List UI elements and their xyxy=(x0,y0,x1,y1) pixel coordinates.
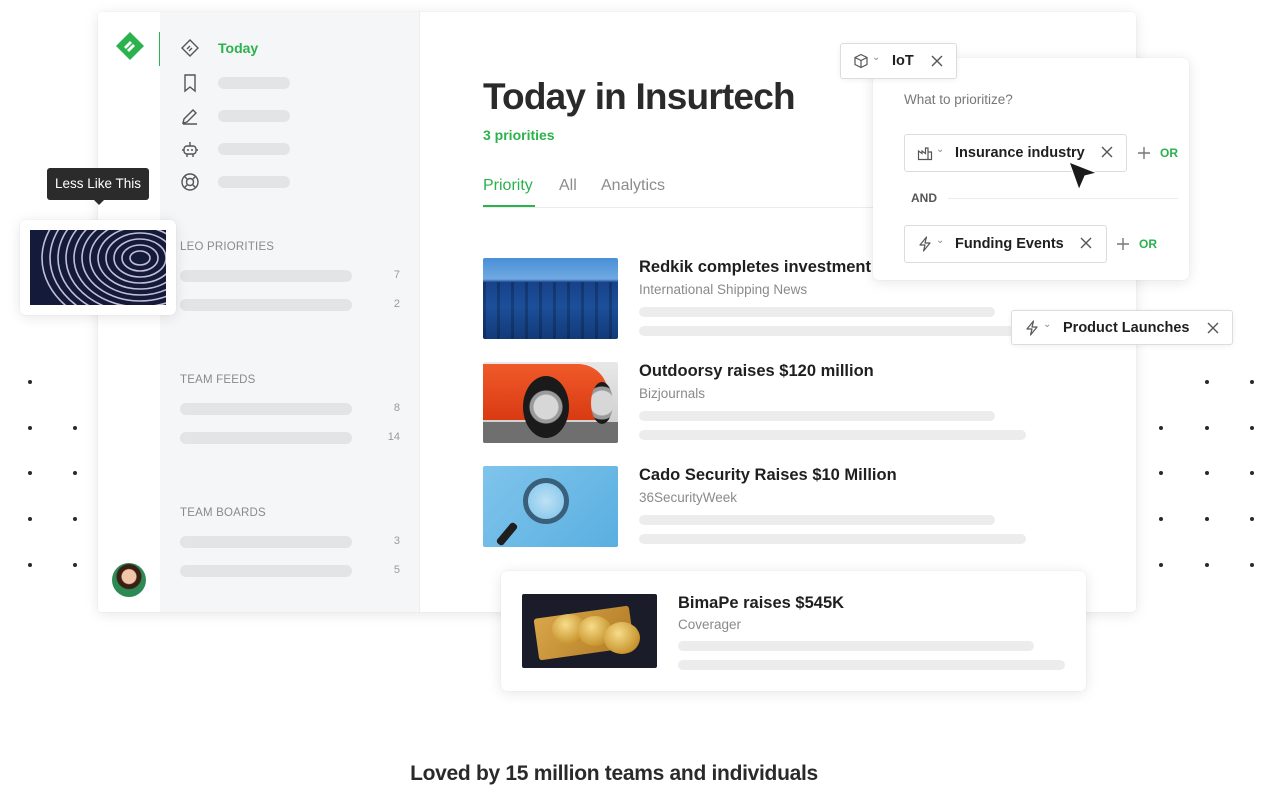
section-title-team-boards: TEAM BOARDS xyxy=(180,507,266,519)
fingerprint-image xyxy=(30,230,166,305)
sidebar-row[interactable] xyxy=(180,536,352,548)
cursor-icon xyxy=(1068,161,1098,191)
box-icon xyxy=(854,53,868,69)
feedly-logo-icon[interactable] xyxy=(114,30,146,62)
article-title[interactable]: Outdoorsy raises $120 million xyxy=(639,362,874,381)
less-like-this-tooltip: Less Like This xyxy=(47,168,149,200)
page-title: Today in Insurtech xyxy=(483,76,796,117)
text-placeholder xyxy=(639,307,995,317)
robot-icon[interactable] xyxy=(180,139,200,159)
tooltip-arrow xyxy=(94,200,104,205)
chevron-down-icon[interactable]: ⌄ xyxy=(1043,319,1051,330)
or-button[interactable]: OR xyxy=(1160,146,1178,160)
lightning-icon xyxy=(919,236,931,252)
article-title[interactable]: BimaPe raises $545K xyxy=(678,594,844,613)
chip-label: Insurance industry xyxy=(955,145,1085,161)
active-tab-underline xyxy=(483,205,535,207)
text-placeholder xyxy=(678,641,1034,651)
article-source: 36SecurityWeek xyxy=(639,490,738,505)
section-title-team-feeds: TEAM FEEDS xyxy=(180,374,256,386)
article-source: International Shipping News xyxy=(639,282,808,297)
article-title[interactable]: Cado Security Raises $10 Million xyxy=(639,466,897,485)
article-thumbnail xyxy=(483,362,618,443)
article-thumbnail xyxy=(522,594,657,668)
article-title[interactable]: Redkik completes investment xyxy=(639,258,871,277)
text-placeholder xyxy=(639,326,1026,336)
lightning-icon xyxy=(1026,320,1038,336)
text-placeholder xyxy=(639,534,1026,544)
row-count: 14 xyxy=(387,431,400,443)
or-button[interactable]: OR xyxy=(1139,237,1157,251)
funding-events-chip[interactable]: ⌄ Funding Events xyxy=(904,225,1107,263)
and-divider xyxy=(948,198,1178,199)
tab-analytics[interactable]: Analytics xyxy=(601,177,665,195)
sidebar-row[interactable] xyxy=(180,299,352,311)
sidebar-row[interactable] xyxy=(180,565,352,577)
sidebar-placeholder xyxy=(218,110,290,122)
article-thumbnail xyxy=(483,258,618,339)
featured-article-card[interactable]: BimaPe raises $545K Coverager xyxy=(501,571,1086,691)
sidebar: Today LEO PRIORITIES 7 2 TEAM FEEDS 8 14… xyxy=(160,12,420,612)
sidebar-row[interactable] xyxy=(180,403,352,415)
text-placeholder xyxy=(678,660,1065,670)
fingerprint-card[interactable] xyxy=(20,220,176,315)
avatar[interactable] xyxy=(112,563,146,597)
sidebar-row[interactable] xyxy=(180,270,352,282)
row-count: 3 xyxy=(393,535,400,547)
lifebuoy-icon[interactable] xyxy=(180,172,200,192)
product-launches-chip[interactable]: ⌄ Product Launches xyxy=(1011,310,1233,345)
tabs-divider xyxy=(483,207,903,208)
tagline: Loved by 15 million teams and individual… xyxy=(410,762,818,785)
prioritize-panel: What to prioritize? ⌄ Insurance industry… xyxy=(873,58,1189,280)
iot-chip[interactable]: ⌄ IoT xyxy=(840,43,957,79)
chevron-down-icon[interactable]: ⌄ xyxy=(872,52,880,63)
bookmark-icon[interactable] xyxy=(180,73,200,93)
tab-priority[interactable]: Priority xyxy=(483,177,533,195)
prioritize-question: What to prioritize? xyxy=(904,92,1013,107)
pencil-icon[interactable] xyxy=(180,106,200,126)
text-placeholder xyxy=(639,515,995,525)
tab-all[interactable]: All xyxy=(559,177,577,195)
sidebar-placeholder xyxy=(218,143,290,155)
sidebar-placeholder xyxy=(218,77,290,89)
close-icon[interactable] xyxy=(1078,235,1094,251)
article-source: Bizjournals xyxy=(639,386,706,401)
plus-icon[interactable] xyxy=(1137,146,1151,160)
row-count: 5 xyxy=(393,564,400,576)
row-count: 2 xyxy=(393,298,400,310)
row-count: 7 xyxy=(393,269,400,281)
section-title-leo-priorities: LEO PRIORITIES xyxy=(180,241,275,253)
text-placeholder xyxy=(639,411,995,421)
sidebar-placeholder xyxy=(218,176,290,188)
chevron-down-icon[interactable]: ⌄ xyxy=(936,235,944,246)
article-source: Coverager xyxy=(678,617,742,632)
chevron-down-icon[interactable]: ⌄ xyxy=(936,144,944,155)
chip-label: Product Launches xyxy=(1063,320,1190,336)
close-icon[interactable] xyxy=(1205,320,1221,336)
article-item[interactable]: Outdoorsy raises $120 million Bizjournal… xyxy=(483,362,1043,444)
plus-icon[interactable] xyxy=(1116,237,1130,251)
chip-label: IoT xyxy=(892,53,914,69)
close-icon[interactable] xyxy=(929,53,945,69)
sidebar-row[interactable] xyxy=(180,432,352,444)
row-count: 8 xyxy=(393,402,400,414)
priorities-count[interactable]: 3 priorities xyxy=(483,127,555,143)
and-label: AND xyxy=(911,191,937,205)
text-placeholder xyxy=(639,430,1026,440)
article-item[interactable]: Cado Security Raises $10 Million 36Secur… xyxy=(483,466,1043,548)
today-icon[interactable] xyxy=(180,38,200,58)
factory-icon xyxy=(917,147,933,161)
sidebar-item-today[interactable]: Today xyxy=(218,40,258,56)
close-icon[interactable] xyxy=(1099,144,1115,160)
chip-label: Funding Events xyxy=(955,236,1064,252)
article-thumbnail xyxy=(483,466,618,547)
